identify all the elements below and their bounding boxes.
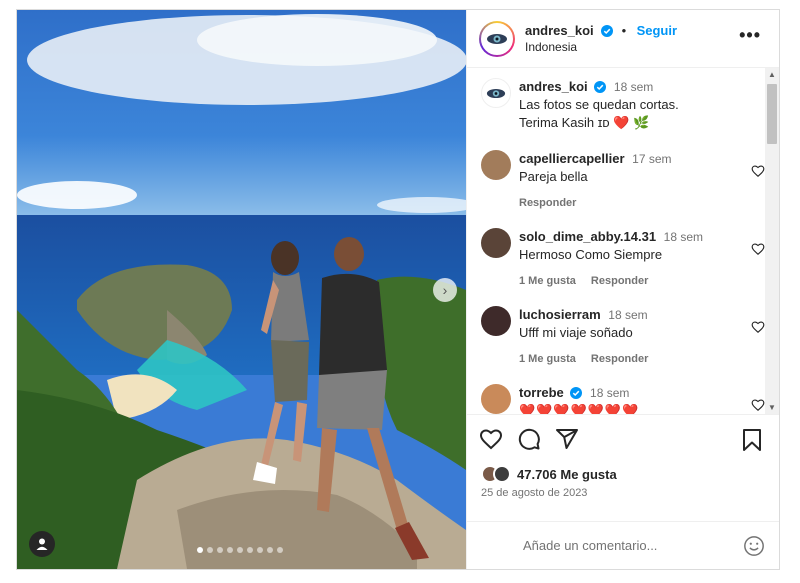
heart-icon[interactable]	[751, 320, 765, 334]
comment-username[interactable]: torrebe	[519, 385, 564, 400]
eye-logo-icon	[487, 33, 507, 44]
verified-badge-icon	[594, 81, 607, 93]
commenter-avatar[interactable]	[481, 384, 511, 414]
more-options-button[interactable]: •••	[739, 26, 761, 44]
comment-username[interactable]: solo_dime_abby.14.31	[519, 229, 656, 244]
carousel-dot[interactable]	[227, 547, 233, 553]
comment-username[interactable]: capelliercapellier	[519, 151, 625, 166]
reply-button[interactable]: Responder	[591, 353, 648, 365]
post-media[interactable]: ›	[17, 10, 466, 569]
carousel-dot[interactable]	[197, 547, 203, 553]
caption-time: 18 sem	[613, 80, 654, 94]
commenter-avatar[interactable]	[481, 306, 511, 336]
user-tag-button[interactable]	[29, 531, 55, 557]
comment-likes[interactable]: 1 Me gusta	[519, 275, 576, 287]
verified-badge-icon	[570, 387, 583, 399]
comment-username[interactable]: luchosierram	[519, 307, 601, 322]
comment-item: capelliercapellier 17 sem Pareja bella R…	[481, 150, 767, 212]
emoji-icon[interactable]	[743, 535, 765, 557]
comment-body: luchosierram 18 sem Ufff mi viaje soñado…	[519, 306, 729, 368]
carousel-dot[interactable]	[247, 547, 253, 553]
comment-time: 18 sem	[590, 386, 630, 400]
carousel-next-button[interactable]: ›	[433, 278, 457, 302]
scroll-down-icon[interactable]: ▼	[768, 403, 776, 412]
author-username[interactable]: andres_koi	[525, 23, 594, 38]
share-icon[interactable]	[555, 427, 579, 451]
comment-time: 18 sem	[663, 230, 704, 244]
carousel-dot[interactable]	[207, 547, 213, 553]
carousel-dots	[197, 547, 283, 553]
user-tag-icon	[36, 538, 48, 550]
comment-likes[interactable]: 1 Me gusta	[519, 353, 576, 365]
caption-avatar[interactable]	[481, 78, 511, 108]
comment-body: capelliercapellier 17 sem Pareja bella R…	[519, 150, 729, 212]
eye-logo-icon	[486, 88, 506, 98]
caption-line1: Las fotos se quedan cortas.	[519, 97, 679, 112]
follow-button[interactable]: Seguir	[637, 23, 677, 38]
instagram-post: › andres_koi • Seguir Indonesia ••• andr…	[16, 9, 780, 570]
scrollbar-thumb[interactable]	[767, 84, 777, 144]
post-photo	[17, 10, 466, 569]
action-bar	[467, 415, 779, 463]
post-date[interactable]: 25 de agosto de 2023	[467, 485, 779, 511]
reply-button[interactable]: Responder	[591, 275, 648, 287]
heart-icon[interactable]	[751, 164, 765, 178]
liker-avatars[interactable]	[481, 465, 511, 483]
comment-text: Ufff mi viaje soñado	[519, 325, 633, 340]
post-sidebar: andres_koi • Seguir Indonesia ••• andres…	[466, 10, 779, 569]
author-avatar	[481, 22, 513, 55]
caption: andres_koi 18 sem Las fotos se quedan co…	[481, 78, 767, 136]
post-location[interactable]: Indonesia	[525, 39, 677, 55]
bookmark-icon[interactable]	[741, 428, 763, 452]
commenter-avatar[interactable]	[481, 228, 511, 258]
header-info: andres_koi • Seguir Indonesia	[525, 23, 677, 55]
comment-composer[interactable]: Añade un comentario...	[467, 521, 779, 569]
comment-time: 17 sem	[632, 152, 672, 166]
post-header: andres_koi • Seguir Indonesia •••	[467, 10, 779, 68]
comment-meta: Responder	[519, 194, 729, 212]
comment-item: torrebe 18 sem ❤️❤️❤️❤️❤️❤️❤️	[481, 384, 767, 415]
comment-meta: 1 Me gusta Responder	[519, 350, 729, 368]
comments-scrollbar[interactable]: ▲ ▼	[765, 68, 779, 414]
carousel-dot[interactable]	[237, 547, 243, 553]
likes-row: 47.706 Me gusta	[467, 463, 779, 485]
comment-meta: 1 Me gusta Responder	[519, 272, 729, 290]
verified-badge-icon	[601, 24, 614, 37]
caption-body: andres_koi 18 sem Las fotos se quedan co…	[519, 78, 729, 136]
comment-icon[interactable]	[517, 427, 541, 451]
reply-button[interactable]: Responder	[519, 197, 576, 209]
chevron-right-icon: ›	[442, 282, 448, 298]
heart-icon[interactable]	[751, 398, 765, 412]
carousel-dot[interactable]	[277, 547, 283, 553]
comment-text: ❤️❤️❤️❤️❤️❤️❤️	[519, 403, 640, 415]
comments-panel[interactable]: andres_koi 18 sem Las fotos se quedan co…	[467, 68, 779, 415]
carousel-dot[interactable]	[217, 547, 223, 553]
caption-username[interactable]: andres_koi	[519, 79, 588, 94]
author-avatar-ring[interactable]	[479, 20, 515, 57]
likes-count[interactable]: 47.706 Me gusta	[517, 467, 617, 482]
comment-time: 18 sem	[608, 308, 648, 322]
comment-body: solo_dime_abby.14.31 18 sem Hermoso Como…	[519, 228, 729, 290]
comment-item: luchosierram 18 sem Ufff mi viaje soñado…	[481, 306, 767, 368]
comment-body: torrebe 18 sem ❤️❤️❤️❤️❤️❤️❤️	[519, 384, 729, 415]
comment-input[interactable]: Añade un comentario...	[523, 538, 657, 553]
comment-text: Pareja bella	[519, 169, 588, 184]
comment-item: solo_dime_abby.14.31 18 sem Hermoso Como…	[481, 228, 767, 290]
scroll-up-icon[interactable]: ▲	[768, 70, 776, 79]
carousel-dot[interactable]	[267, 547, 273, 553]
heart-icon[interactable]	[479, 427, 503, 451]
heart-icon[interactable]	[751, 242, 765, 256]
commenter-avatar[interactable]	[481, 150, 511, 180]
caption-line2: Terima Kasih ɪᴅ ❤️ 🌿	[519, 115, 650, 130]
more-icon: •••	[739, 25, 761, 45]
comment-text: Hermoso Como Siempre	[519, 247, 663, 262]
carousel-dot[interactable]	[257, 547, 263, 553]
liker-avatar	[493, 465, 511, 483]
header-separator: •	[621, 22, 627, 38]
